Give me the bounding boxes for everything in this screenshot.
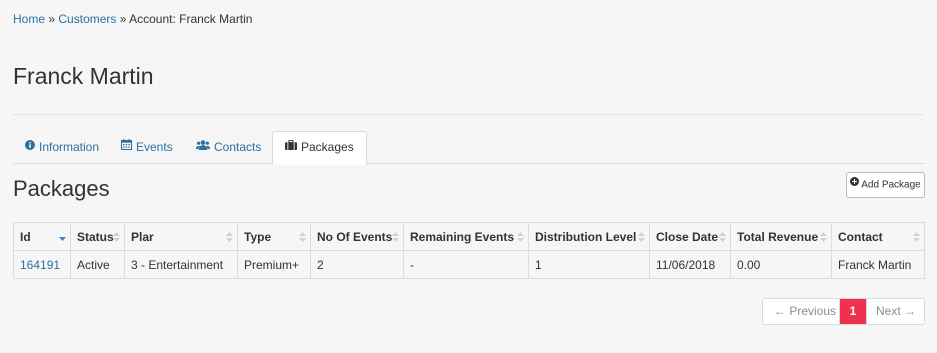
sort-icon: [913, 232, 920, 242]
tab-label: Events: [136, 140, 173, 154]
sort-icon: [820, 232, 827, 242]
column-header-contact[interactable]: Contact: [831, 222, 925, 251]
cell-plar: 3 - Entertainment: [124, 250, 238, 279]
table-header-row: Id Status Plar Type No Of Events Remaini…: [13, 222, 925, 251]
sort-icon: [719, 232, 726, 242]
pagination-next-button[interactable]: Next →: [866, 299, 924, 324]
cell-id: 164191: [13, 250, 71, 279]
breadcrumb-separator: »: [48, 12, 56, 26]
tab-bar: Information Events Contacts Packages: [13, 131, 924, 165]
cell-total-revenue: 0.00: [730, 250, 832, 279]
sort-icon: [517, 232, 524, 242]
tab-events[interactable]: Events: [109, 131, 185, 164]
breadcrumb-current: Account: Franck Martin: [129, 12, 253, 26]
tab-information[interactable]: Information: [13, 131, 111, 164]
sort-icon: [299, 232, 306, 242]
column-header-total-revenue[interactable]: Total Revenue: [730, 222, 832, 251]
column-header-type[interactable]: Type: [237, 222, 311, 251]
cell-distribution-level: 1: [528, 250, 650, 279]
column-header-remaining-events[interactable]: Remaining Events: [403, 222, 529, 251]
breadcrumb: Home » Customers » Account: Franck Marti…: [13, 12, 252, 26]
add-package-label: Add Package: [861, 179, 921, 191]
breadcrumb-home-link[interactable]: Home: [13, 12, 45, 26]
info-circle-icon: [25, 130, 35, 163]
sort-desc-icon: [59, 237, 66, 241]
pagination: ← Previous 1 Next →: [762, 298, 925, 325]
column-header-plar[interactable]: Plar: [124, 222, 238, 251]
tab-label: Contacts: [214, 140, 262, 154]
tab-label: Packages: [301, 140, 354, 154]
column-header-close-date[interactable]: Close Date: [649, 222, 731, 251]
breadcrumb-customers-link[interactable]: Customers: [58, 12, 116, 26]
column-header-id[interactable]: Id: [13, 222, 71, 251]
package-id-link[interactable]: 164191: [20, 258, 60, 272]
briefcase-icon: [285, 131, 297, 162]
cell-type: Premium+: [237, 250, 311, 279]
table-row: 164191 Active 3 - Entertainment Premium+…: [13, 250, 925, 279]
column-header-no-of-events[interactable]: No Of Events: [310, 222, 404, 251]
tab-label: Information: [39, 140, 100, 154]
packages-table: Id Status Plar Type No Of Events Remaini…: [13, 222, 925, 279]
cell-no-of-events: 2: [310, 250, 404, 279]
sort-icon: [226, 232, 233, 242]
cell-contact: Franck Martin: [831, 250, 925, 279]
pagination-previous-button[interactable]: ← Previous: [763, 299, 840, 324]
breadcrumb-separator: »: [119, 12, 127, 26]
sort-icon: [392, 232, 399, 242]
users-icon: [196, 130, 210, 163]
pagination-page-1[interactable]: 1: [840, 299, 866, 324]
column-header-distribution-level[interactable]: Distribution Level: [528, 222, 650, 251]
section-title: Packages: [13, 176, 110, 201]
cell-remaining-events: -: [403, 250, 529, 279]
sort-icon: [113, 232, 120, 242]
sort-icon: [638, 232, 645, 242]
title-divider: [13, 114, 924, 115]
tab-packages[interactable]: Packages: [272, 131, 367, 165]
column-header-status[interactable]: Status: [70, 222, 125, 251]
cell-close-date: 11/06/2018: [649, 250, 731, 279]
cell-status: Active: [70, 250, 125, 279]
calendar-icon: [121, 130, 132, 163]
plus-circle-icon: [850, 172, 860, 196]
page-title: Franck Martin: [13, 63, 154, 89]
tab-contacts[interactable]: Contacts: [184, 131, 273, 164]
add-package-button[interactable]: Add Package: [846, 172, 925, 198]
